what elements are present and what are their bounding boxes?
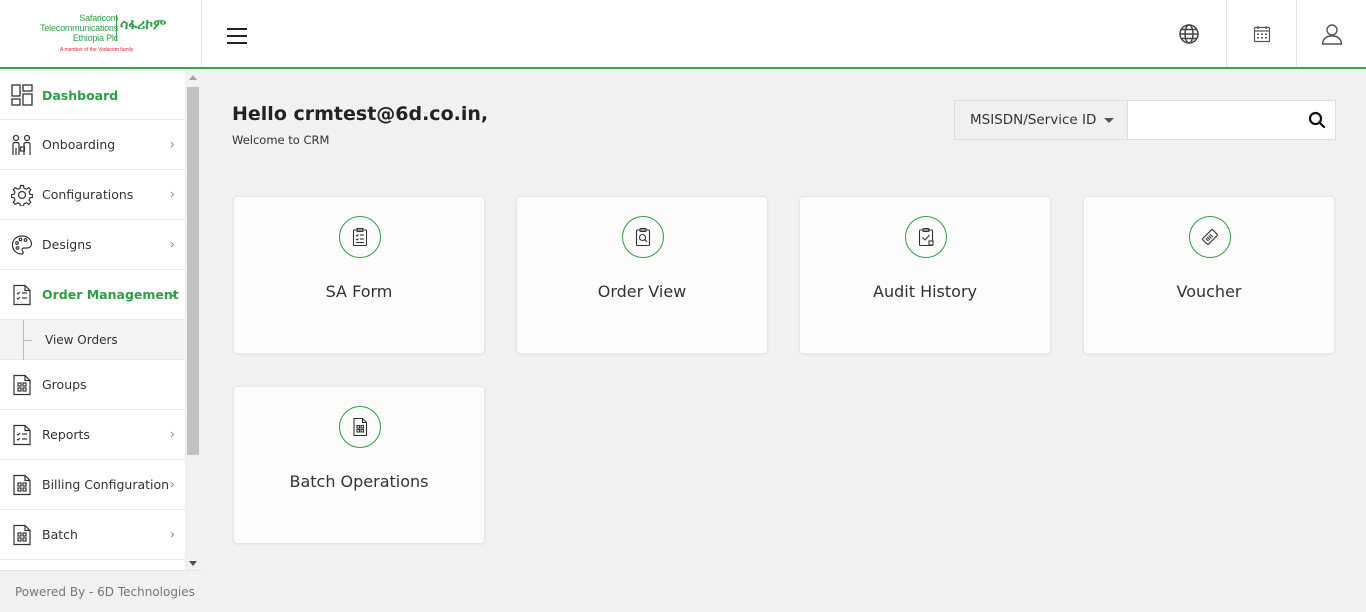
chevron-right-icon: ›	[169, 137, 175, 152]
sidebar-item-label: Billing Configuration	[42, 477, 170, 492]
logo[interactable]: Safaricom Telecommunications Ethiopia Pl…	[0, 0, 202, 67]
greeting-heading: Hello crmtest@6d.co.in,	[232, 103, 489, 125]
card-audit-history[interactable]: Audit History	[799, 196, 1051, 354]
groups-icon	[13, 374, 31, 395]
sidebar-item-label: Dashboard	[42, 87, 119, 103]
sidebar-subitem-label: View Orders	[45, 332, 118, 347]
onboarding-icon	[12, 134, 31, 155]
card-batch-operations[interactable]: Batch Operations	[233, 386, 485, 544]
sidebar-item-label: Configurations	[42, 187, 134, 202]
logo-divider	[116, 15, 117, 40]
card-sa-form[interactable]: SA Form	[233, 196, 485, 354]
sidebar-item-label: Designs	[42, 237, 92, 252]
clipboard-list-icon	[352, 227, 368, 247]
sidebar-item-batch[interactable]: Batch ›	[0, 510, 185, 560]
card-icon-circle	[339, 216, 381, 258]
voucher-icon	[1202, 229, 1218, 245]
sidebar-subitem-view-orders[interactable]: View Orders	[0, 320, 185, 360]
sidebar-menu: Dashboard Onboarding › Configurations › …	[0, 71, 185, 570]
order-icon	[13, 284, 31, 305]
search-icon[interactable]	[1307, 110, 1327, 130]
card-icon-circle	[622, 216, 664, 258]
batch-icon	[13, 524, 31, 545]
sidebar-item-onboarding[interactable]: Onboarding ›	[0, 120, 185, 170]
logo-line-2: Telecommunications	[40, 23, 118, 33]
scroll-down-arrow-icon[interactable]	[189, 561, 197, 566]
chevron-right-icon: ›	[169, 527, 175, 542]
card-label: Order View	[597, 282, 687, 301]
sidebar-item-label: Onboarding	[42, 137, 116, 152]
dashboard-icon	[11, 84, 33, 106]
card-icon-circle	[339, 406, 381, 448]
logo-line-3: Ethiopia Plc	[72, 33, 118, 43]
logo-tagline: A member of the Vodacom family	[60, 47, 134, 53]
search-type-selected: MSISDN/Service ID	[970, 112, 1097, 128]
search-input[interactable]	[1130, 103, 1290, 137]
card-icon-circle	[1189, 216, 1231, 258]
document-grid-icon	[353, 417, 368, 437]
chevron-right-icon: ›	[169, 187, 175, 202]
sidebar-item-label: Order Management	[42, 287, 179, 302]
palette-icon	[11, 234, 33, 255]
billing-icon	[13, 474, 31, 495]
powered-by-footer: Powered By - 6D Technologies	[0, 570, 201, 612]
scroll-up-arrow-icon[interactable]	[189, 75, 197, 80]
logo-amharic: ሳፋሪኮም	[120, 17, 167, 33]
sidebar-item-label: Groups	[42, 377, 87, 392]
sidebar-item-billing-configuration[interactable]: Billing Configuration ›	[0, 460, 185, 510]
clipboard-search-icon	[635, 227, 651, 247]
gear-icon	[11, 184, 33, 206]
card-icon-circle	[905, 216, 947, 258]
sidebar-item-label: Batch	[42, 527, 78, 542]
welcome-text: Welcome to CRM	[232, 133, 330, 147]
sidebar-item-groups[interactable]: Groups	[0, 360, 185, 410]
chevron-right-icon: ›	[169, 477, 175, 492]
menu-icon[interactable]	[227, 28, 247, 46]
sidebar-item-reports[interactable]: Reports ›	[0, 410, 185, 460]
card-order-view[interactable]: Order View	[516, 196, 768, 354]
globe-icon[interactable]	[1154, 0, 1224, 67]
search-type-dropdown[interactable]: MSISDN/Service ID	[955, 101, 1128, 139]
sidebar: Dashboard Onboarding › Configurations › …	[0, 71, 201, 612]
card-label: Batch Operations	[289, 472, 429, 491]
sidebar-item-label: Reports	[42, 427, 90, 442]
sidebar-scrollbar[interactable]	[185, 71, 201, 570]
tree-branch	[23, 340, 32, 341]
top-header: Safaricom Telecommunications Ethiopia Pl…	[0, 0, 1366, 69]
chevron-right-icon: ›	[169, 237, 175, 252]
calendar-icon[interactable]	[1226, 0, 1296, 67]
user-icon[interactable]	[1296, 0, 1366, 67]
search-bar: MSISDN/Service ID	[954, 100, 1336, 140]
sidebar-item-designs[interactable]: Designs ›	[0, 220, 185, 270]
clipboard-check-icon	[918, 227, 934, 247]
scrollbar-thumb[interactable]	[187, 87, 199, 455]
reports-icon	[13, 424, 31, 445]
chevron-down-icon: ›	[164, 291, 180, 298]
chevron-right-icon: ›	[169, 427, 175, 442]
logo-text: Safaricom Telecommunications Ethiopia Pl…	[28, 13, 118, 43]
card-label: SA Form	[325, 282, 393, 301]
sidebar-item-dashboard[interactable]: Dashboard	[0, 71, 185, 120]
card-label: Audit History	[873, 282, 977, 301]
caret-down-icon	[1104, 118, 1114, 123]
logo-line-1: Safaricom	[79, 13, 118, 23]
sidebar-item-order-management[interactable]: Order Management ›	[0, 270, 185, 320]
card-label: Voucher	[1176, 282, 1242, 301]
card-voucher[interactable]: Voucher	[1083, 196, 1335, 354]
sidebar-item-configurations[interactable]: Configurations ›	[0, 170, 185, 220]
